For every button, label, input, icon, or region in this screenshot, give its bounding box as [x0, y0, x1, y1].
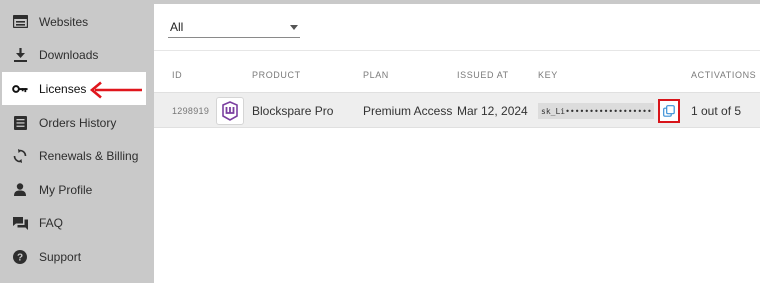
sidebar-item-label: Licenses: [39, 81, 87, 96]
filter-bar: All: [154, 4, 760, 51]
table-row: 1298919 Blockspare Pro Premium Access Ma…: [154, 92, 760, 128]
sidebar-item-downloads[interactable]: Downloads: [0, 38, 154, 71]
licenses-panel: All ID PRODUCT PLAN ISSUED AT KEY ACTIVA…: [154, 4, 760, 283]
chevron-down-icon: [290, 25, 298, 30]
copy-key-button[interactable]: [658, 99, 680, 123]
sidebar-item-label: Orders History: [39, 115, 117, 130]
sidebar-item-my-profile[interactable]: My Profile: [0, 173, 154, 206]
sidebar-item-label: Renewals & Billing: [39, 148, 139, 163]
sidebar-item-label: My Profile: [39, 182, 93, 197]
plan-name: Premium Access: [363, 104, 453, 118]
blockspare-logo-icon: [216, 97, 244, 125]
sidebar-item-renewals-billing[interactable]: Renewals & Billing: [0, 139, 154, 172]
sidebar-item-label: Support: [39, 249, 82, 264]
column-header-key[interactable]: KEY: [538, 70, 558, 80]
sidebar: Websites Downloads Licenses Orders Histo…: [0, 0, 154, 283]
refresh-icon: [12, 148, 28, 164]
column-header-issued-at[interactable]: ISSUED AT: [457, 70, 509, 80]
sidebar-item-label: Downloads: [39, 47, 99, 62]
sidebar-item-label: FAQ: [39, 215, 64, 230]
help-circle-icon: ?: [12, 249, 28, 265]
sidebar-item-orders-history[interactable]: Orders History: [0, 106, 154, 139]
copy-icon: [663, 105, 675, 117]
sidebar-item-websites[interactable]: Websites: [0, 5, 154, 38]
product-name: Blockspare Pro: [252, 104, 334, 118]
key-icon: [12, 81, 28, 97]
browser-window-icon: [12, 14, 28, 30]
user-icon: [12, 182, 28, 198]
column-header-product[interactable]: PRODUCT: [252, 70, 301, 80]
license-id: 1298919: [172, 106, 210, 116]
column-header-plan[interactable]: PLAN: [363, 70, 389, 80]
activations-count: 1 out of 5: [691, 104, 742, 118]
sidebar-item-label: Websites: [39, 14, 89, 29]
sidebar-item-faq[interactable]: FAQ: [0, 206, 154, 239]
sidebar-item-support[interactable]: ? Support: [0, 240, 154, 273]
status-filter-select[interactable]: All: [168, 16, 300, 38]
annotation-arrow-icon: [89, 81, 142, 99]
license-key-value: sk_Li••••••••••••••••••: [541, 106, 652, 116]
column-header-id[interactable]: ID: [172, 70, 182, 80]
download-icon: [12, 47, 28, 63]
issued-date: Mar 12, 2024: [457, 104, 528, 118]
chat-icon: [12, 215, 28, 231]
column-header-activations[interactable]: ACTIVATIONS: [691, 70, 756, 80]
status-filter-value: All: [170, 19, 184, 34]
list-icon: [12, 115, 28, 131]
license-key-field[interactable]: sk_Li••••••••••••••••••: [538, 103, 654, 119]
svg-text:?: ?: [17, 252, 23, 263]
